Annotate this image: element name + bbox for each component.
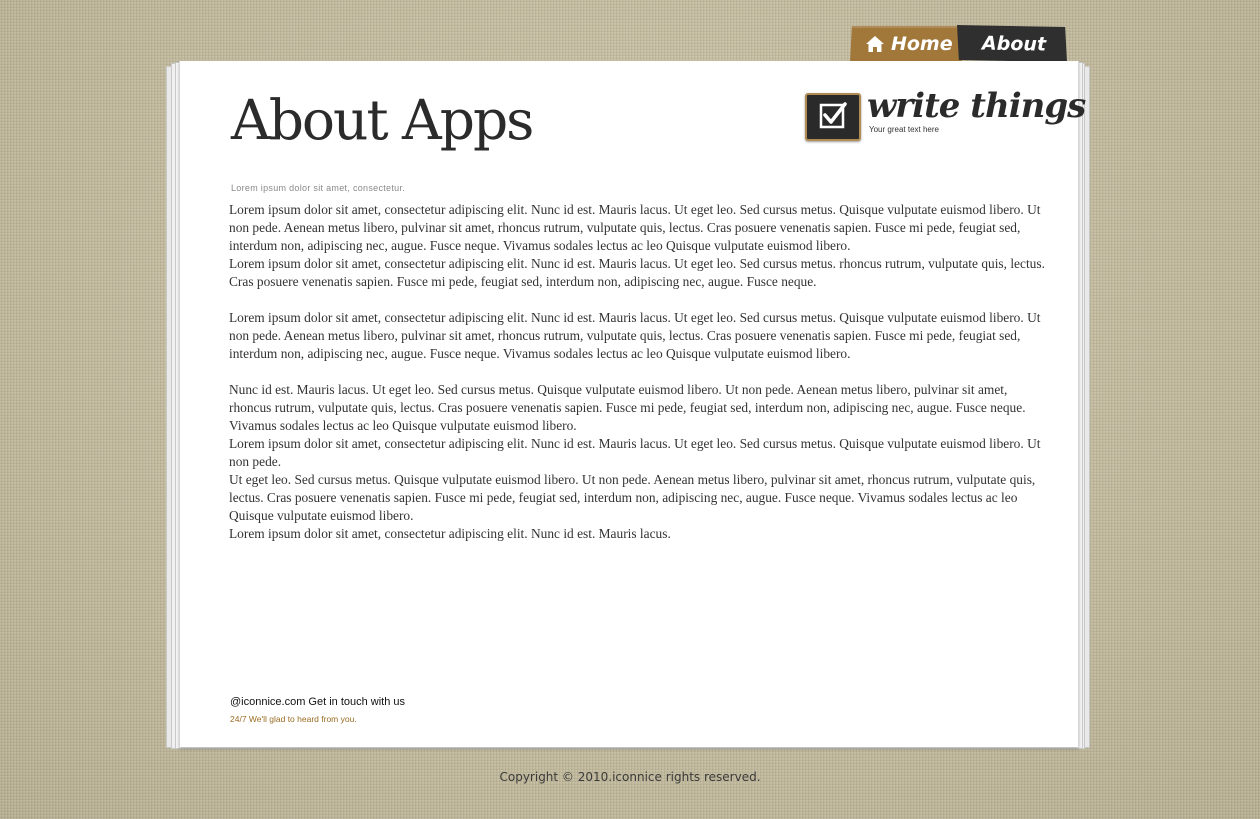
logo-wordmark: write things bbox=[867, 86, 1086, 126]
checkbox-icon bbox=[805, 93, 861, 141]
paragraph: Lorem ipsum dolor sit amet, consectetur … bbox=[229, 256, 1045, 289]
page-title: About Apps bbox=[231, 88, 534, 152]
logo-tagline: Your great text here bbox=[869, 125, 939, 134]
copyright-text: Copyright © 2010.iconnice rights reserve… bbox=[499, 770, 761, 784]
home-icon bbox=[866, 35, 884, 52]
contact-line[interactable]: @iconnice.com Get in touch with us bbox=[230, 696, 405, 708]
paragraph: Lorem ipsum dolor sit amet, consectetur … bbox=[229, 526, 671, 541]
nav-tab-about[interactable]: About bbox=[957, 25, 1067, 62]
contact-subline: 24/7 We'll glad to heard from you. bbox=[230, 714, 357, 724]
main-content: Lorem ipsum dolor sit amet, consectetur … bbox=[229, 201, 1045, 543]
paragraph: Lorem ipsum dolor sit amet, consectetur … bbox=[229, 436, 1041, 469]
paragraph: Lorem ipsum dolor sit amet, consectetur … bbox=[229, 202, 1041, 253]
paragraph: Lorem ipsum dolor sit amet, consectetur … bbox=[229, 310, 1041, 361]
nav-home-label: Home bbox=[891, 32, 953, 55]
paragraph: Ut eget leo. Sed cursus metus. Quisque v… bbox=[229, 472, 1036, 523]
site-logo[interactable]: write things Your great text here bbox=[805, 86, 1086, 142]
page-subheading: Lorem ipsum dolor sit amet, consectetur. bbox=[231, 183, 406, 193]
nav-tab-home[interactable]: Home bbox=[850, 26, 964, 61]
paragraph: Nunc id est. Mauris lacus. Ut eget leo. … bbox=[229, 382, 1026, 433]
nav-about-label: About bbox=[981, 31, 1047, 56]
